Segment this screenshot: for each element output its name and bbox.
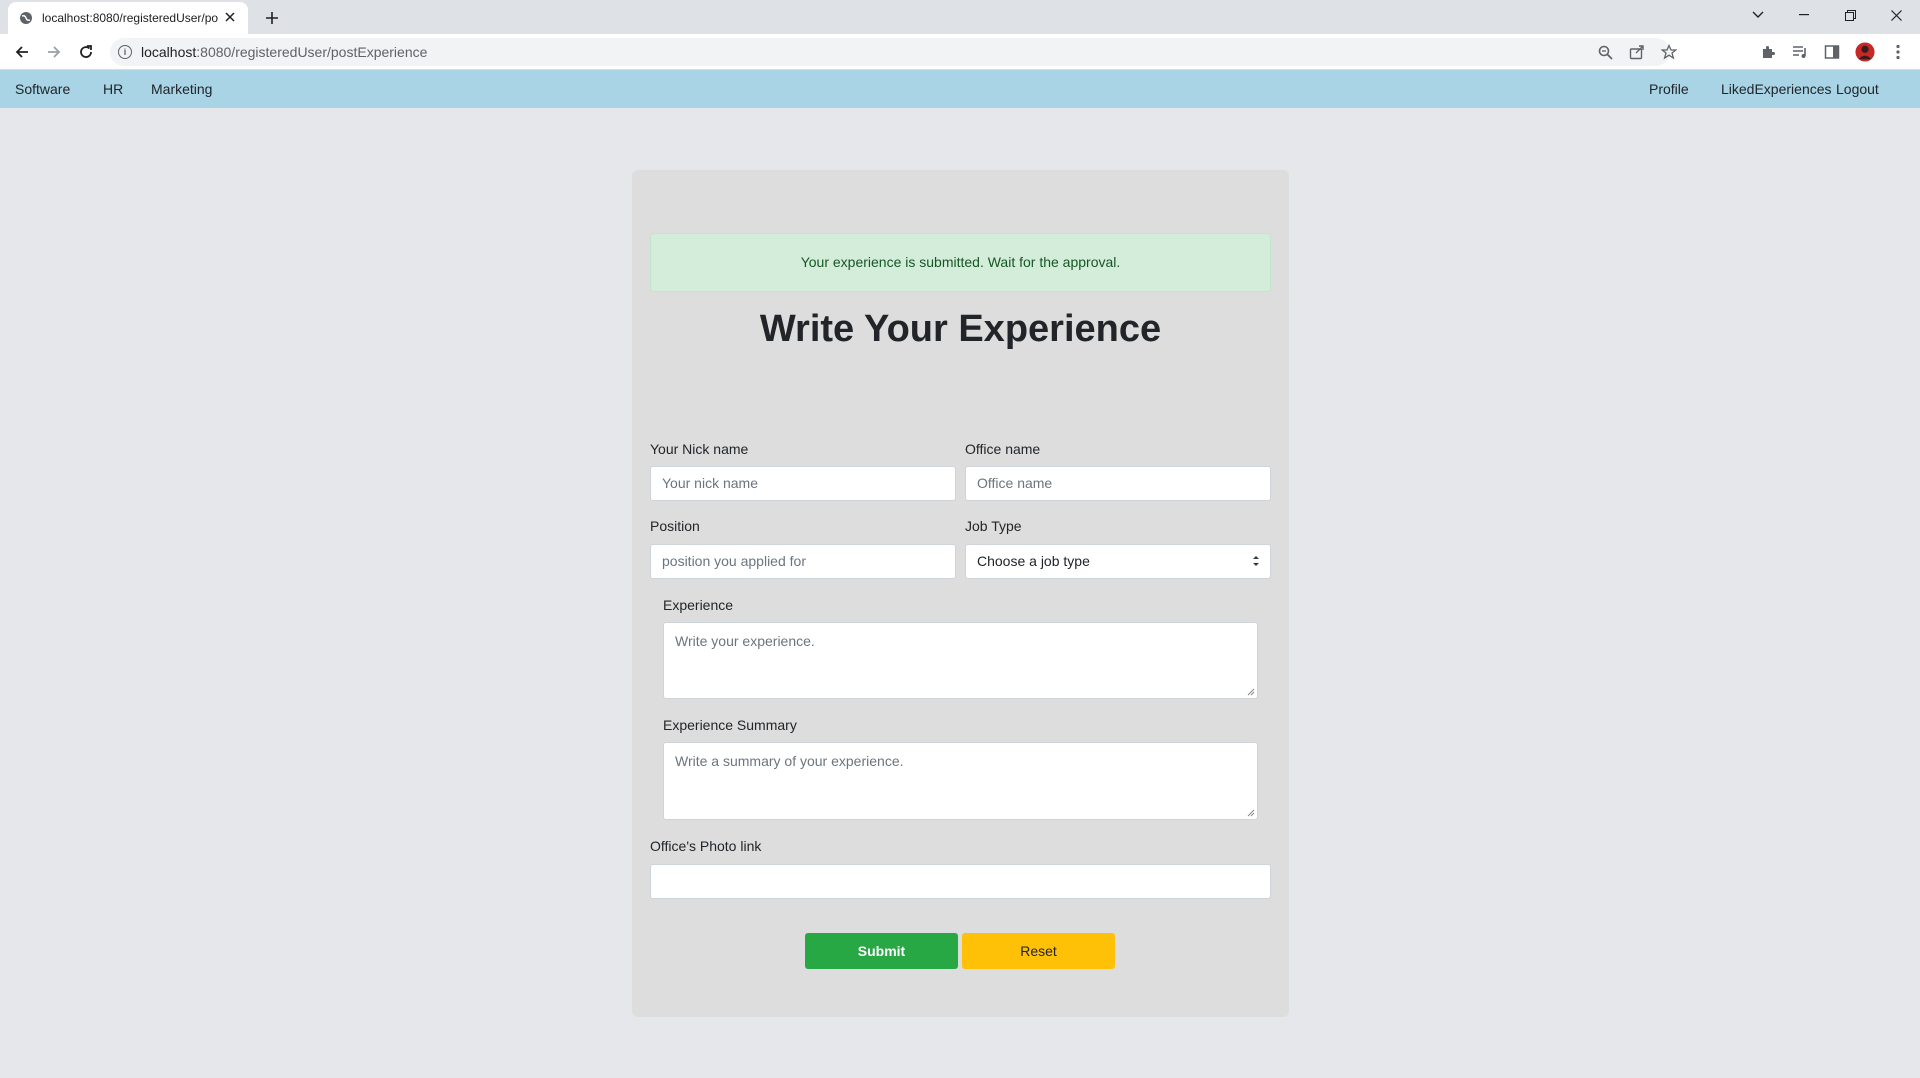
experience-textarea[interactable]: Write your experience.: [663, 622, 1258, 699]
experience-form-card: Your experience is submitted. Wait for t…: [632, 170, 1289, 1017]
nav-liked-experiences[interactable]: LikedExperiences: [1721, 70, 1832, 108]
address-bar[interactable]: i localhost:8080/registeredUser/postExpe…: [110, 38, 1677, 66]
experience-summary-textarea[interactable]: Write a summary of your experience.: [663, 742, 1258, 820]
url-host: localhost: [141, 44, 197, 60]
position-input[interactable]: position you applied for: [650, 544, 956, 579]
url-path: :8080/registeredUser/postExperience: [196, 44, 428, 60]
close-window-icon[interactable]: [1873, 0, 1919, 30]
url-text: localhost:8080/registeredUser/postExperi…: [141, 44, 427, 60]
star-icon[interactable]: [1661, 44, 1677, 60]
photo-link-label: Office's Photo link: [650, 838, 762, 854]
job-type-selected: Choose a job type: [977, 553, 1090, 569]
plus-icon[interactable]: [258, 4, 286, 32]
office-name-input[interactable]: Office name: [965, 466, 1271, 501]
forward-icon[interactable]: [40, 38, 68, 66]
puzzle-icon[interactable]: [1758, 42, 1778, 62]
resize-grip-icon[interactable]: [1247, 688, 1255, 696]
position-label: Position: [650, 518, 700, 534]
nav-software[interactable]: Software: [15, 70, 70, 108]
close-icon[interactable]: [222, 9, 238, 27]
submit-button[interactable]: Submit: [805, 933, 958, 969]
experience-label: Experience: [663, 597, 734, 613]
globe-icon: [18, 10, 34, 26]
restore-icon[interactable]: [1827, 0, 1873, 30]
experience-summary-placeholder: Write a summary of your experience.: [675, 753, 904, 769]
media-icon[interactable]: [1790, 42, 1810, 62]
zoom-icon[interactable]: [1597, 44, 1613, 60]
experience-placeholder: Write your experience.: [675, 633, 815, 649]
minimize-icon[interactable]: [1781, 0, 1827, 30]
kebab-menu-icon[interactable]: [1888, 42, 1908, 62]
nick-name-label: Your Nick name: [650, 441, 749, 457]
office-name-label: Office name: [965, 441, 1041, 457]
browser-tab[interactable]: localhost:8080/registeredUser/postExperi…: [8, 2, 248, 34]
nav-hr[interactable]: HR: [103, 70, 123, 108]
job-type-select[interactable]: Choose a job type: [965, 544, 1271, 579]
chevron-down-icon[interactable]: [1735, 0, 1781, 30]
experience-summary-label: Experience Summary: [663, 717, 797, 733]
site-navbar: Software HR Marketing Profile LikedExper…: [0, 70, 1920, 108]
nav-logout[interactable]: Logout: [1836, 70, 1879, 108]
nav-marketing[interactable]: Marketing: [151, 70, 212, 108]
back-icon[interactable]: [8, 38, 36, 66]
browser-tabbar: localhost:8080/registeredUser/postExperi…: [0, 0, 1920, 34]
tab-title: localhost:8080/registeredUser/postExperi…: [42, 11, 218, 25]
nick-name-input[interactable]: Your nick name: [650, 466, 956, 501]
success-alert: Your experience is submitted. Wait for t…: [650, 233, 1271, 292]
avatar[interactable]: [1855, 42, 1875, 62]
info-icon[interactable]: i: [118, 45, 132, 59]
photo-link-input[interactable]: [650, 864, 1271, 899]
reload-icon[interactable]: [72, 38, 100, 66]
select-caret-icon: [1252, 554, 1260, 568]
reset-button[interactable]: Reset: [962, 933, 1115, 969]
page-title: Write Your Experience: [759, 308, 1162, 350]
nav-profile[interactable]: Profile: [1649, 70, 1689, 108]
resize-grip-icon[interactable]: [1247, 809, 1255, 817]
side-panel-icon[interactable]: [1822, 42, 1842, 62]
share-icon[interactable]: [1629, 44, 1645, 60]
job-type-label: Job Type: [965, 518, 1022, 534]
browser-toolbar: i localhost:8080/registeredUser/postExpe…: [0, 34, 1920, 70]
